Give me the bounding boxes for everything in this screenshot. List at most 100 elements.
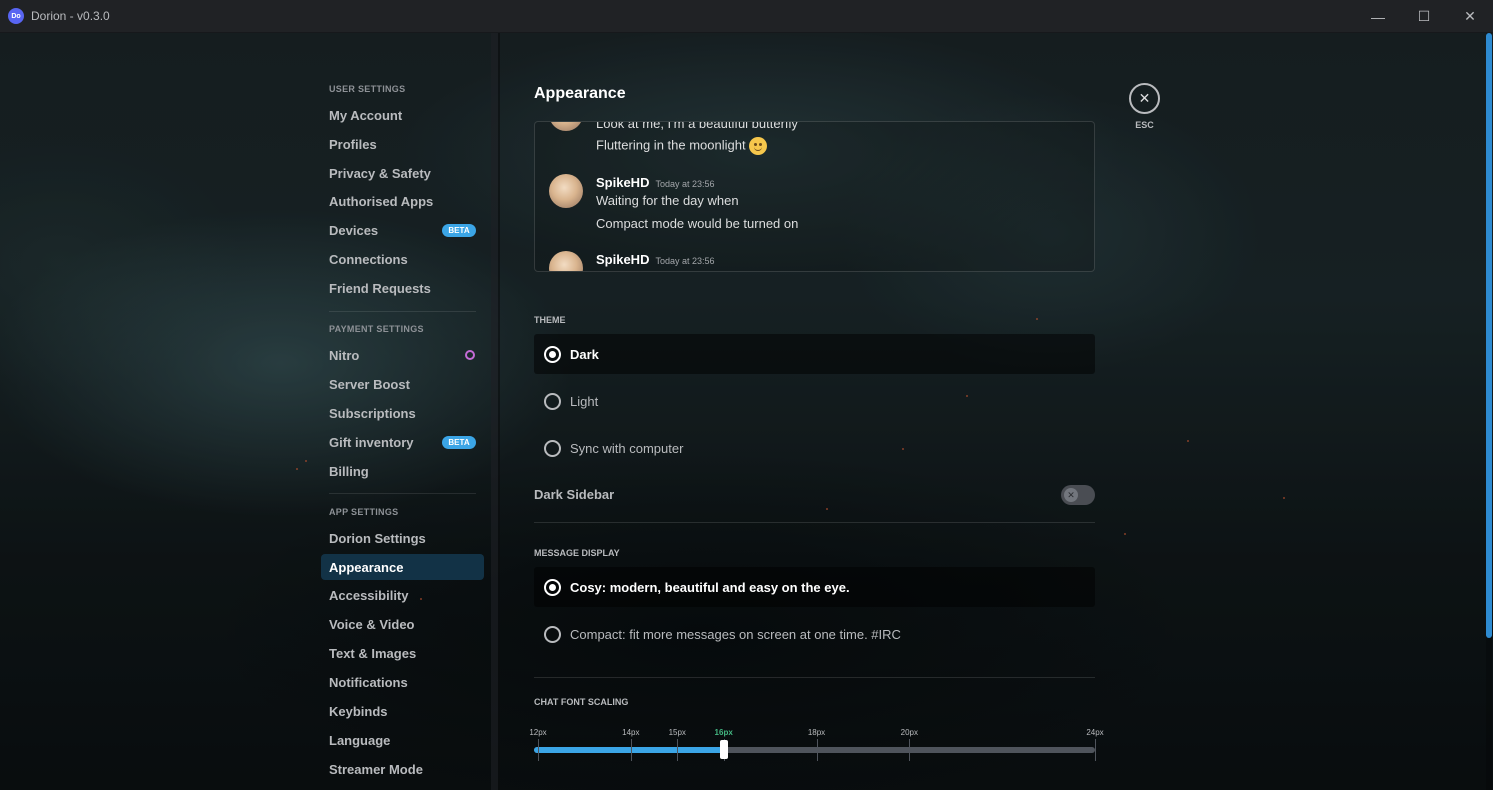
username: SpikeHD: [596, 252, 650, 267]
titlebar: Do Dorion - v0.3.0 — ☐ ✕: [0, 0, 1493, 33]
message-display-section-label: MESSAGE DISPLAY: [534, 548, 620, 558]
avatar: [549, 251, 583, 271]
sidebar-item-privacy-safety[interactable]: Privacy & Safety: [321, 160, 484, 186]
maximize-icon[interactable]: ☐: [1401, 0, 1447, 33]
radio-checked-icon: [544, 345, 561, 363]
display-option-compact[interactable]: Compact: fit more messages on screen at …: [534, 614, 1095, 654]
sidebar-item-language[interactable]: Language: [321, 727, 484, 753]
timestamp: Today at 23:56: [655, 179, 715, 189]
slider-tick-label: 18px: [807, 728, 826, 737]
message-text: Look at me, I'm a beautiful butterfly: [596, 121, 798, 131]
slider-tick: [630, 739, 632, 761]
avatar: [549, 122, 583, 131]
sidebar-item-label: Gift inventory: [329, 434, 414, 450]
window-controls: — ☐ ✕: [1355, 0, 1493, 33]
slider-tick: [538, 739, 539, 761]
sidebar-item-notifications[interactable]: Notifications: [321, 669, 484, 695]
sidebar-item-profiles[interactable]: Profiles: [321, 131, 484, 157]
slider-tick: [677, 739, 679, 761]
slider-tick-label: 16px: [714, 728, 733, 737]
radio-unchecked-icon: [544, 625, 561, 643]
radio-unchecked-icon: [544, 439, 561, 457]
message-text-content: Fluttering in the moonlight: [596, 137, 746, 153]
sidebar-item-keybinds[interactable]: Keybinds: [321, 698, 484, 724]
message-preview: Look at me, I'm a beautiful butterfly Fl…: [534, 121, 1095, 272]
content-scrollbar-thumb[interactable]: [1486, 33, 1492, 638]
close-window-icon[interactable]: ✕: [1447, 0, 1493, 33]
message-author: SpikeHD Today at 23:56: [596, 252, 715, 267]
toggle-off-icon: ✕: [1064, 488, 1078, 502]
close-settings[interactable]: ✕ ESC: [1129, 83, 1160, 130]
radio-unchecked-icon: [544, 392, 561, 410]
option-label: Light: [570, 393, 599, 409]
sidebar-item-voice-video[interactable]: Voice & Video: [321, 611, 484, 637]
display-option-cosy[interactable]: Cosy: modern, beautiful and easy on the …: [534, 567, 1095, 607]
slider-track[interactable]: [534, 747, 1095, 753]
message-author: SpikeHD Today at 23:56: [596, 175, 715, 190]
sidebar-item-friend-requests[interactable]: Friend Requests: [321, 275, 484, 301]
sidebar-item-appearance[interactable]: Appearance: [321, 554, 484, 580]
slider-tick-label: 20px: [900, 728, 919, 737]
theme-section-label: THEME: [534, 315, 566, 325]
slider-tick: [816, 739, 818, 761]
page-title: Appearance: [534, 85, 626, 102]
option-label: Sync with computer: [570, 440, 684, 456]
slider-tick-label: 24px: [1086, 728, 1104, 737]
sidebar-separator: [329, 493, 476, 494]
sidebar-item-authorised-apps[interactable]: Authorised Apps: [321, 188, 484, 214]
smile-emoji-icon: [748, 137, 767, 155]
slider-tick-label: 14px: [622, 728, 640, 737]
sidebar-scrollbar[interactable]: [491, 33, 498, 790]
dark-sidebar-label: Dark Sidebar: [534, 487, 615, 502]
user-settings-header: USER SETTINGS: [329, 84, 406, 94]
sidebar-separator: [329, 311, 476, 312]
beta-badge: BETA: [442, 436, 476, 449]
section-divider: [534, 522, 1095, 523]
radio-checked-icon: [544, 578, 561, 596]
message-text: Compact mode would be turned on: [596, 216, 799, 231]
slider-fill: [534, 747, 724, 753]
section-divider: [534, 677, 1095, 678]
theme-option-dark[interactable]: Dark: [534, 334, 1095, 374]
window-title: Dorion - v0.3.0: [31, 9, 110, 23]
sidebar-item-dorion-settings[interactable]: Dorion Settings: [321, 525, 484, 551]
timestamp: Today at 23:56: [655, 256, 715, 266]
sidebar-item-gift-inventory[interactable]: Gift inventory BETA: [321, 429, 484, 455]
slider-tick-label: 15px: [668, 728, 686, 737]
option-label: Dark: [570, 346, 599, 362]
esc-label: ESC: [1135, 120, 1154, 130]
username: SpikeHD: [596, 175, 650, 190]
appearance-panel: Appearance ✕ ESC Look at me, I'm a beaut…: [500, 33, 1480, 790]
message-text: Waiting for the day when: [596, 193, 739, 208]
minimize-icon[interactable]: —: [1355, 0, 1401, 33]
option-label: Compact: fit more messages on screen at …: [570, 626, 901, 642]
dorion-logo-icon: Do: [8, 8, 24, 24]
close-icon[interactable]: ✕: [1129, 83, 1160, 114]
dark-sidebar-toggle[interactable]: ✕: [1061, 485, 1095, 505]
sidebar-item-billing[interactable]: Billing: [321, 458, 484, 484]
payment-settings-header: PAYMENT SETTINGS: [329, 324, 424, 334]
settings-sidebar: USER SETTINGS My Account Profiles Privac…: [321, 33, 491, 790]
beta-badge: BETA: [442, 224, 476, 237]
sidebar-item-server-boost[interactable]: Server Boost: [321, 371, 484, 397]
nitro-icon: [465, 350, 475, 360]
message-text: Fluttering in the moonlight: [596, 137, 767, 155]
slider-tick: [909, 739, 911, 761]
sidebar-item-streamer-mode[interactable]: Streamer Mode: [321, 756, 484, 782]
sidebar-item-nitro[interactable]: Nitro: [321, 342, 484, 368]
sidebar-item-label: Nitro: [329, 347, 360, 363]
sidebar-item-accessibility[interactable]: Accessibility: [321, 582, 484, 608]
option-label: Cosy: modern, beautiful and easy on the …: [570, 579, 850, 595]
theme-option-light[interactable]: Light: [534, 381, 1095, 421]
app-settings-header: APP SETTINGS: [329, 507, 399, 517]
sidebar-item-text-images[interactable]: Text & Images: [321, 640, 484, 666]
sidebar-item-my-account[interactable]: My Account: [321, 102, 484, 128]
sidebar-item-subscriptions[interactable]: Subscriptions: [321, 400, 484, 426]
slider-handle[interactable]: [719, 740, 728, 759]
sidebar-item-devices[interactable]: Devices BETA: [321, 217, 484, 243]
sidebar-item-label: Devices: [329, 222, 379, 238]
slider-tick: [1095, 739, 1096, 761]
theme-option-sync[interactable]: Sync with computer: [534, 428, 1095, 468]
avatar: [549, 174, 583, 208]
sidebar-item-connections[interactable]: Connections: [321, 246, 484, 272]
